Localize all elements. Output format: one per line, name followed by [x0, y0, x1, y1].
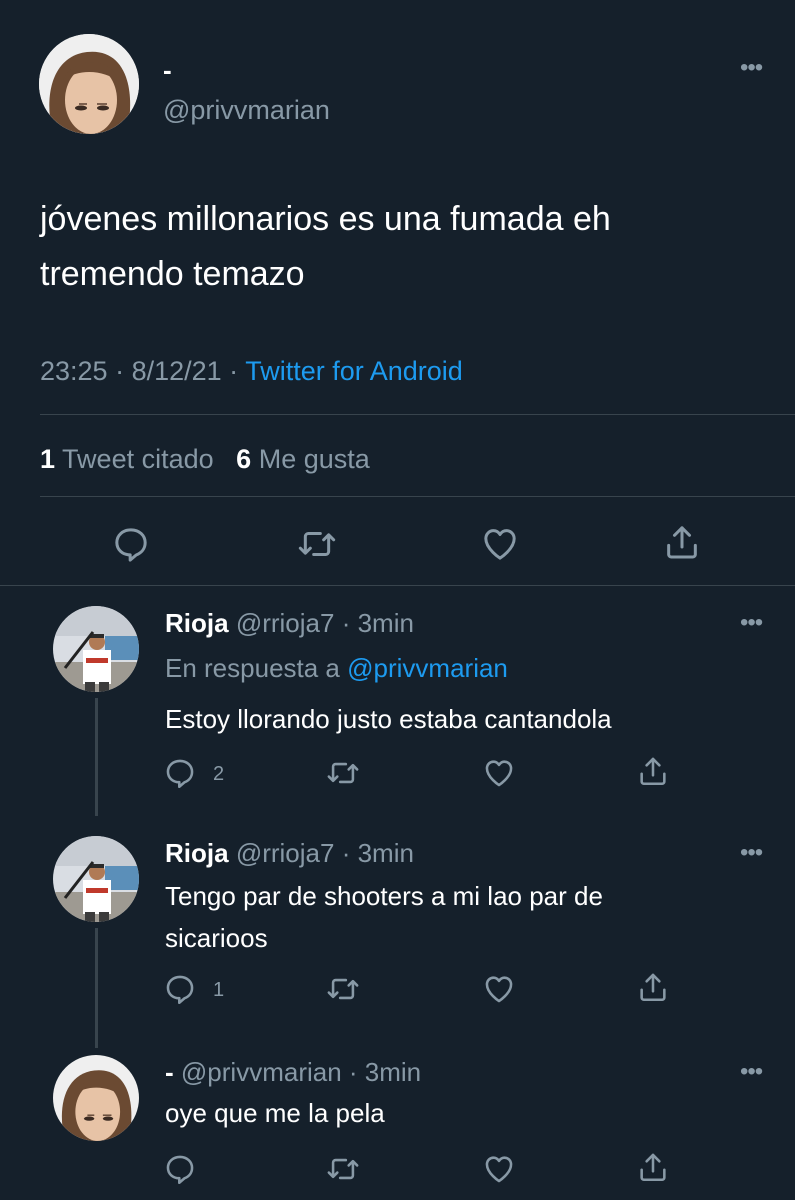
tweet-text-line: tremendo temazo [40, 255, 305, 293]
thread-line [95, 928, 98, 1048]
retweet-icon[interactable] [325, 1152, 361, 1186]
like-icon[interactable] [482, 756, 516, 790]
avatar[interactable] [53, 1055, 139, 1141]
like-label: Me gusta [258, 444, 370, 474]
reply-count: 2 [213, 763, 225, 785]
share-icon[interactable] [662, 522, 702, 562]
tweet-time[interactable]: 23:25 [40, 356, 108, 386]
reply-icon[interactable] [163, 972, 197, 1006]
engagement-stats: 1 Tweet citado 6 Me gusta [40, 440, 370, 478]
separator: · [107, 356, 132, 386]
avatar[interactable] [53, 606, 139, 692]
reply-icon[interactable] [111, 524, 151, 564]
reply-text-line: Estoy llorando justo estaba cantandola [165, 704, 612, 734]
display-name[interactable]: - [163, 56, 172, 84]
reply-header: Rioja @rrioja7 · 3min [165, 607, 414, 639]
share-icon[interactable] [636, 1150, 670, 1184]
separator: · [334, 838, 358, 868]
separator: · [221, 356, 246, 386]
tweet-date[interactable]: 8/12/21 [132, 356, 222, 386]
likes-link[interactable]: 6 Me gusta [236, 444, 370, 474]
display-name[interactable]: Rioja [165, 838, 229, 868]
divider [40, 414, 795, 415]
reply-count: 1 [213, 979, 225, 1001]
reply-header: - @privvmarian · 3min [165, 1056, 421, 1088]
reply-text: Tengo par de shooters a mi lao par de si… [165, 875, 765, 959]
like-count: 6 [236, 444, 252, 474]
reply-to-label: En respuesta a [165, 653, 340, 683]
tweet-text-line: jóvenes millonarios es una fumada eh [40, 200, 611, 238]
more-options-icon[interactable]: ••• [740, 611, 763, 635]
user-handle[interactable]: @privvmarian [181, 1057, 342, 1087]
quote-count: 1 [40, 444, 56, 474]
avatar[interactable] [53, 836, 139, 922]
retweet-icon[interactable] [325, 756, 361, 790]
like-icon[interactable] [482, 972, 516, 1006]
reply-time[interactable]: 3min [365, 1057, 421, 1087]
separator: · [341, 1057, 365, 1087]
tweet-source-link[interactable]: Twitter for Android [245, 356, 463, 386]
user-handle[interactable]: @privvmarian [163, 94, 330, 126]
quote-tweets-link[interactable]: 1 Tweet citado [40, 444, 214, 474]
display-name[interactable]: - [165, 1057, 174, 1087]
divider [40, 496, 795, 497]
reply-text-line: sicarioos [165, 923, 268, 953]
more-options-icon[interactable]: ••• [740, 56, 763, 80]
more-options-icon[interactable]: ••• [740, 1060, 763, 1084]
divider [0, 585, 795, 586]
reply-text: Estoy llorando justo estaba cantandola [165, 698, 765, 740]
reply-text-line: Tengo par de shooters a mi lao par de [165, 881, 603, 911]
share-icon[interactable] [636, 754, 670, 788]
like-icon[interactable] [480, 524, 520, 564]
user-handle[interactable]: @rrioja7 [236, 608, 335, 638]
display-name[interactable]: Rioja [165, 608, 229, 638]
reply-header: Rioja @rrioja7 · 3min [165, 837, 414, 869]
user-handle[interactable]: @rrioja7 [236, 838, 335, 868]
reply-time[interactable]: 3min [358, 838, 414, 868]
reply-icon[interactable] [163, 1152, 197, 1186]
more-options-icon[interactable]: ••• [740, 841, 763, 865]
tweet-text: jóvenes millonarios es una fumada eh tre… [40, 192, 780, 302]
avatar[interactable] [39, 34, 139, 134]
reply-context: En respuesta a @privvmarian [165, 652, 508, 684]
share-icon[interactable] [636, 970, 670, 1004]
reply-text-line: oye que me la pela [165, 1098, 385, 1128]
reply-time[interactable]: 3min [358, 608, 414, 638]
like-icon[interactable] [482, 1152, 516, 1186]
retweet-icon[interactable] [296, 524, 338, 564]
separator: · [334, 608, 358, 638]
reply-to-mention[interactable]: @privvmarian [347, 653, 508, 683]
thread-line [95, 698, 98, 816]
quote-label: Tweet citado [62, 444, 214, 474]
reply-text: oye que me la pela [165, 1092, 765, 1134]
reply-icon[interactable] [163, 756, 197, 790]
retweet-icon[interactable] [325, 972, 361, 1006]
tweet-metadata: 23:25 · 8/12/21 · Twitter for Android [40, 352, 463, 390]
